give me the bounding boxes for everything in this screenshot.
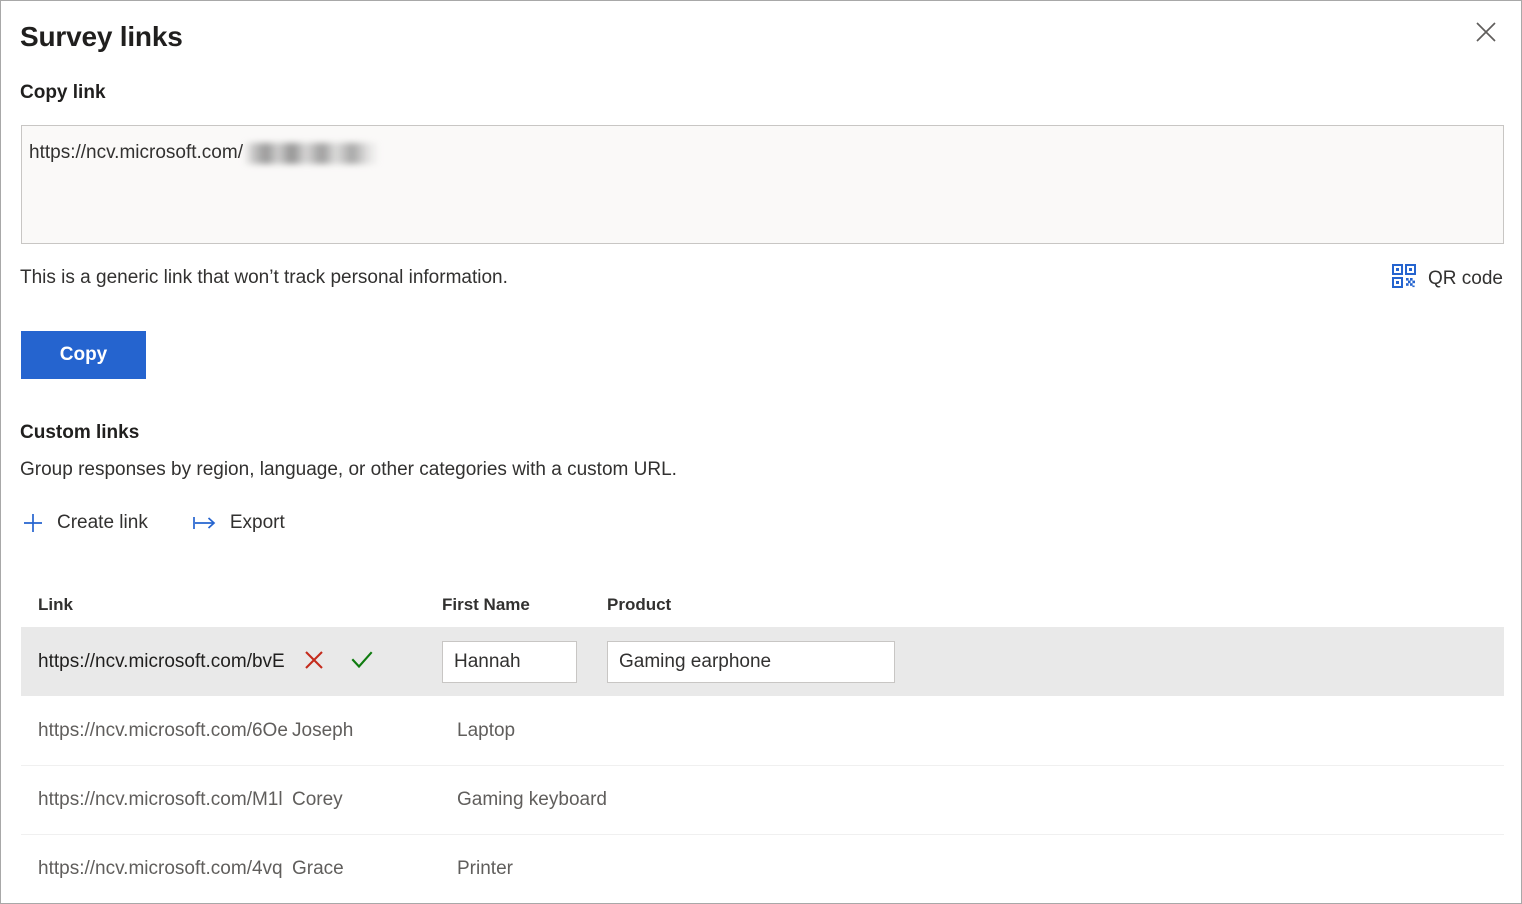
export-button[interactable]: Export [192,510,285,536]
custom-links-table: Link First Name Product https://ncv.micr… [21,583,1504,903]
first-name-input[interactable] [442,640,577,683]
close-icon [1475,21,1497,43]
command-bar: Create link Export [21,509,285,537]
check-icon [350,649,374,674]
copy-link-redacted-token [243,142,379,164]
table-row[interactable]: https://ncv.microsoft.com/M1l Corey Gami… [21,765,1504,834]
cell-link: https://ncv.microsoft.com/4vq [38,858,283,879]
create-link-button[interactable]: Create link [21,509,148,537]
product-input[interactable] [607,640,895,683]
cell-product [607,640,1027,683]
column-header-first-name: First Name [442,595,530,614]
link-url-text: https://ncv.microsoft.com/bvE [38,650,285,672]
qr-code-button[interactable]: QR code [1392,264,1503,293]
cell-first-name: Grace [292,858,344,879]
copy-link-label: Copy link [20,82,106,103]
column-header-link: Link [38,595,73,614]
cell-first-name [442,640,607,683]
custom-links-description: Group responses by region, language, or … [20,459,677,480]
cancel-edit-button[interactable] [303,649,325,674]
qr-code-label: QR code [1428,267,1503,289]
copy-link-value-row: https://ncv.microsoft.com/ [29,140,1491,166]
table-header-row: Link First Name Product [21,583,1504,627]
x-icon [303,649,325,674]
export-icon [192,513,218,533]
close-button[interactable] [1463,9,1509,55]
create-link-label: Create link [57,512,148,533]
cell-product: Laptop [457,719,516,741]
table-row[interactable]: https://ncv.microsoft.com/4vq Grace Prin… [21,834,1504,903]
plus-icon [21,511,45,535]
cell-first-name: Joseph [292,719,354,741]
cell-link: https://ncv.microsoft.com/6Oe [38,719,288,741]
survey-links-panel: Survey links Copy link https://ncv.micro… [0,0,1522,904]
copy-link-textarea[interactable]: https://ncv.microsoft.com/ [21,125,1504,244]
page-title: Survey links [20,21,183,52]
qr-code-icon [1392,264,1417,293]
export-label: Export [229,512,285,533]
custom-links-title: Custom links [20,422,140,443]
copy-button[interactable]: Copy [21,331,146,379]
cell-product: Printer [457,858,513,879]
generic-link-note: This is a generic link that won’t track … [20,267,508,288]
cell-first-name: Corey [292,789,343,810]
cell-link: https://ncv.microsoft.com/bvE [38,649,442,674]
table-row[interactable]: https://ncv.microsoft.com/bvE [21,627,1504,696]
row-edit-actions [303,649,374,674]
cell-product: Gaming keyboard [457,789,607,810]
column-header-product: Product [607,595,672,614]
copy-link-url-prefix: https://ncv.microsoft.com/ [29,142,243,163]
cell-link: https://ncv.microsoft.com/M1l [38,789,283,810]
table-row[interactable]: https://ncv.microsoft.com/6Oe Joseph Lap… [21,696,1504,765]
confirm-edit-button[interactable] [350,649,374,674]
